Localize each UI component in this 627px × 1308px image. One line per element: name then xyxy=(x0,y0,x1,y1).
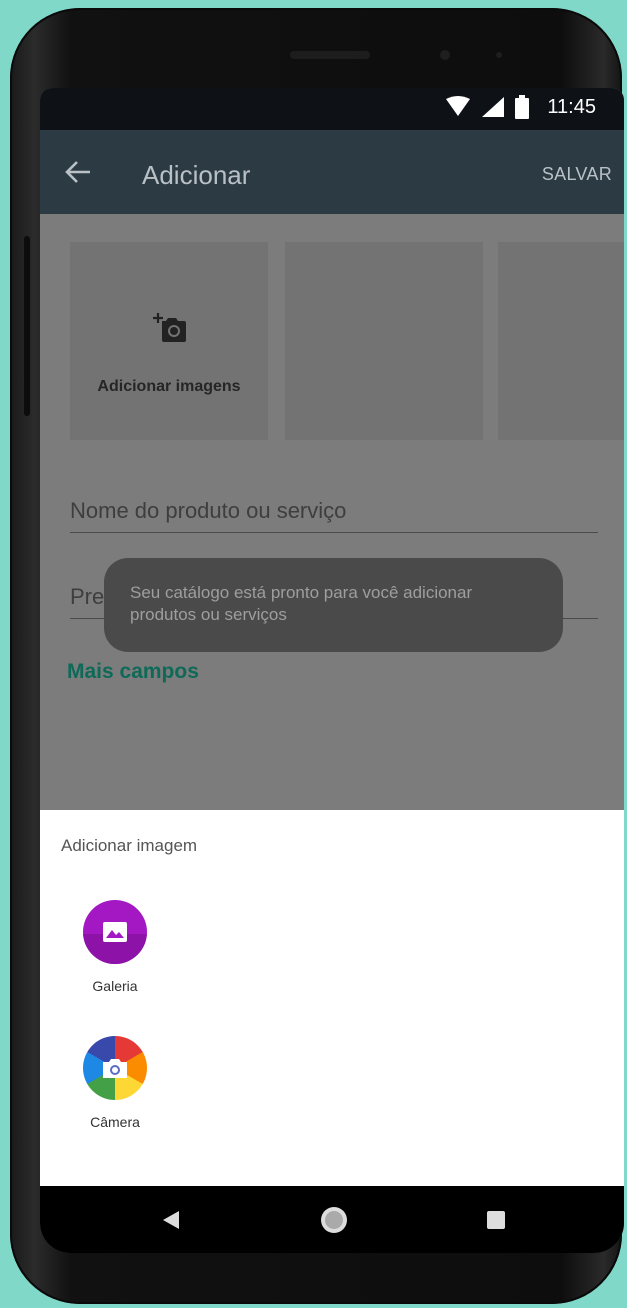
nav-back-icon[interactable] xyxy=(162,1210,180,1230)
bottom-sheet: Adicionar imagem Galeria Câmera xyxy=(40,810,624,1186)
more-fields-link[interactable]: Mais campos xyxy=(67,660,199,684)
image-slot-3[interactable] xyxy=(498,242,624,440)
nav-home-icon[interactable] xyxy=(319,1205,349,1235)
add-image-slot[interactable]: Adicionar imagens xyxy=(70,242,268,440)
camera-app-icon xyxy=(83,1036,147,1100)
back-button[interactable] xyxy=(64,158,92,186)
arrow-left-icon xyxy=(65,161,90,183)
product-name-field[interactable]: Nome do produto ou serviço xyxy=(70,498,598,533)
signal-icon xyxy=(482,97,505,117)
sheet-title: Adicionar imagem xyxy=(61,836,198,855)
side-button xyxy=(24,236,30,416)
save-button[interactable]: SALVAR xyxy=(542,164,612,185)
navigation-bar xyxy=(40,1186,624,1253)
gallery-label: Galeria xyxy=(92,978,138,994)
gallery-option[interactable]: Galeria xyxy=(60,900,170,994)
toast-message: Seu catálogo está pronto para você adici… xyxy=(104,558,563,652)
add-images-label: Adicionar imagens xyxy=(97,378,241,395)
status-bar: 11:45 xyxy=(40,88,624,130)
camera-label: Câmera xyxy=(90,1114,140,1130)
screen: 11:45 Adicionar SALVAR Adicionar imagens… xyxy=(40,88,624,1253)
front-camera xyxy=(440,50,450,60)
add-photo-icon xyxy=(153,313,186,342)
app-bar: Adicionar SALVAR xyxy=(40,130,624,214)
earpiece-speaker xyxy=(290,51,370,59)
gallery-icon xyxy=(83,900,147,964)
battery-icon xyxy=(515,95,530,119)
form-content: Adicionar imagens Nome do produto ou ser… xyxy=(40,214,624,810)
phone-frame: 11:45 Adicionar SALVAR Adicionar imagens… xyxy=(10,8,624,1304)
nav-recents-icon[interactable] xyxy=(486,1210,506,1230)
wifi-icon xyxy=(446,96,471,116)
clock: 11:45 xyxy=(547,95,596,118)
status-icons: 11:45 xyxy=(445,95,596,119)
image-slot-2[interactable] xyxy=(285,242,483,440)
proximity-sensor xyxy=(496,52,502,58)
page-title: Adicionar xyxy=(142,160,251,190)
camera-option[interactable]: Câmera xyxy=(60,1036,170,1130)
